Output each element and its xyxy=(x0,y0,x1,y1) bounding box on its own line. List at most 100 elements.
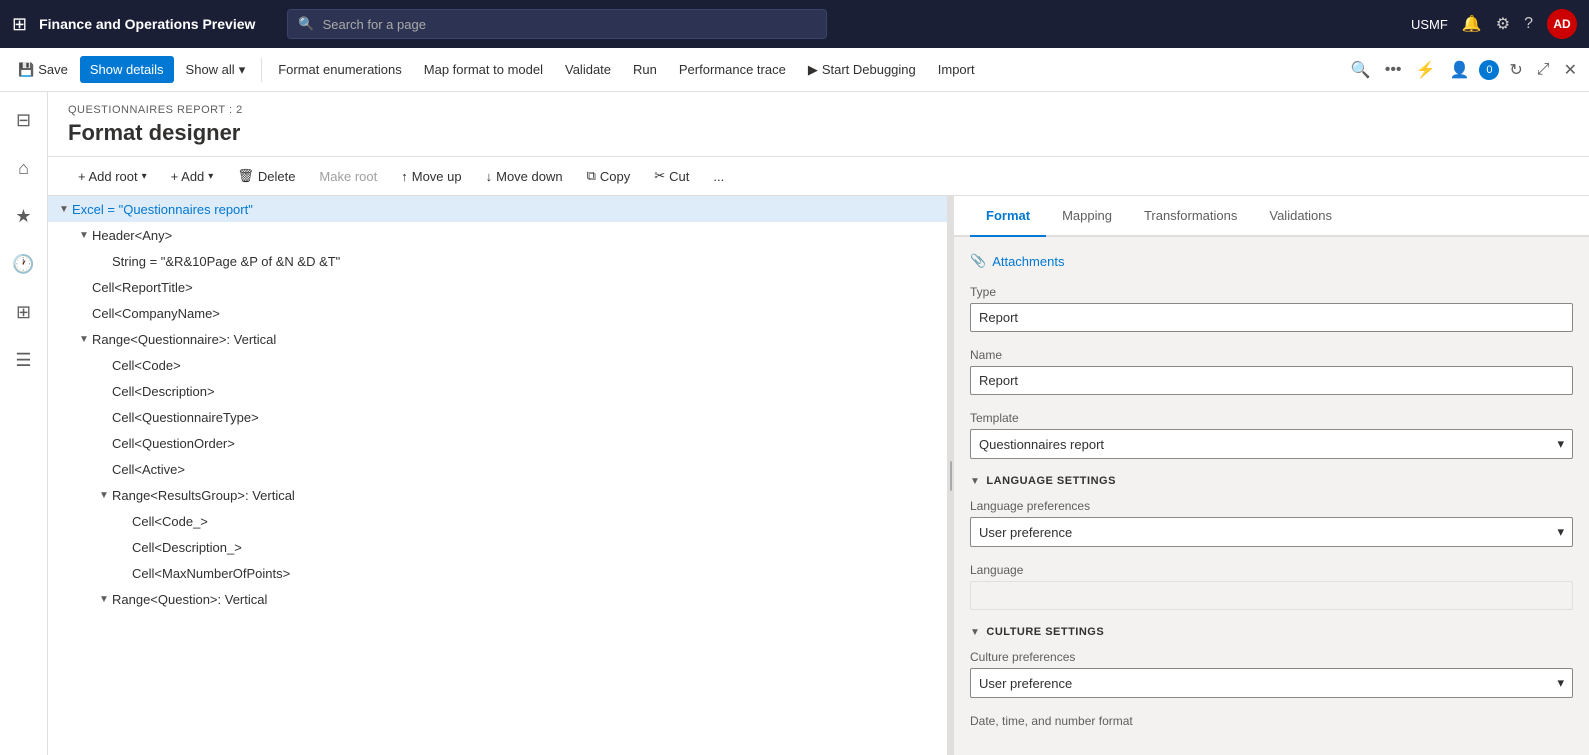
bookmark-icon[interactable]: ⚡ xyxy=(1412,56,1440,84)
tree-item[interactable]: Cell<Active> xyxy=(48,456,947,482)
expand-icon[interactable]: ▼ xyxy=(76,227,92,243)
culture-prefs-field-group: Culture preferences User preference ▾ xyxy=(970,650,1573,698)
expand-icon[interactable]: ▼ xyxy=(56,201,72,217)
run-button[interactable]: Run xyxy=(623,56,667,83)
app-grid-icon[interactable]: ⊞ xyxy=(12,14,27,35)
sidebar-item-grid[interactable]: ⊞ xyxy=(4,292,44,332)
expand-icon[interactable] xyxy=(116,539,132,555)
expand-icon[interactable]: ▼ xyxy=(96,591,112,607)
expand-icon[interactable] xyxy=(96,409,112,425)
move-up-icon: ↑ xyxy=(401,169,408,184)
avatar[interactable]: AD xyxy=(1547,9,1577,39)
template-select[interactable]: Questionnaires report ▾ xyxy=(970,429,1573,459)
cut-button[interactable]: ✂ Cut xyxy=(644,163,699,189)
resize-handle[interactable] xyxy=(948,196,954,755)
more-icon[interactable]: ••• xyxy=(1381,57,1406,83)
template-label: Template xyxy=(970,411,1573,425)
help-icon[interactable]: ? xyxy=(1524,15,1533,33)
close-icon[interactable]: ✕ xyxy=(1560,56,1581,84)
action-bar: + Add root ▾ + Add ▾ 🗑 Delete Make root … xyxy=(48,157,1589,196)
type-value: Report xyxy=(970,303,1573,332)
tab-format[interactable]: Format xyxy=(970,196,1046,237)
search-icon: 🔍 xyxy=(298,16,314,32)
sidebar-item-home[interactable]: ⌂ xyxy=(4,148,44,188)
lang-prefs-label: Language preferences xyxy=(970,499,1573,513)
expand-icon[interactable] xyxy=(116,513,132,529)
language-label: Language xyxy=(970,563,1573,577)
tree-item[interactable]: Cell<Description_> xyxy=(48,534,947,560)
show-details-button[interactable]: Show details xyxy=(80,56,174,83)
import-button[interactable]: Import xyxy=(928,56,985,83)
expand-icon[interactable] xyxy=(76,305,92,321)
tree-item[interactable]: Cell<Description> xyxy=(48,378,947,404)
tree-item[interactable]: Cell<Code_> xyxy=(48,508,947,534)
language-input[interactable] xyxy=(970,581,1573,610)
tree-item[interactable]: Cell<QuestionnaireType> xyxy=(48,404,947,430)
sidebar-item-recent[interactable]: 🕐 xyxy=(4,244,44,284)
tree-item[interactable]: Cell<CompanyName> xyxy=(48,300,947,326)
tree-item[interactable]: Cell<MaxNumberOfPoints> xyxy=(48,560,947,586)
map-format-button[interactable]: Map format to model xyxy=(414,56,553,83)
expand-icon[interactable] xyxy=(96,357,112,373)
tree-item[interactable]: ▼ Header<Any> xyxy=(48,222,947,248)
notification-icon[interactable]: 🔔 xyxy=(1462,14,1482,34)
tab-validations[interactable]: Validations xyxy=(1253,196,1348,237)
tab-transformations[interactable]: Transformations xyxy=(1128,196,1253,237)
tree-item[interactable]: ▼ Range<Questionnaire>: Vertical xyxy=(48,326,947,352)
tree-item[interactable]: Cell<Code> xyxy=(48,352,947,378)
culture-settings-section: ▼ CULTURE SETTINGS xyxy=(970,626,1573,638)
more-actions-button[interactable]: ... xyxy=(703,164,734,189)
expand-icon[interactable] xyxy=(96,253,112,269)
tree-item[interactable]: ▼ Range<Question>: Vertical xyxy=(48,586,947,612)
delete-button[interactable]: 🗑 Delete xyxy=(227,163,305,189)
format-enumerations-button[interactable]: Format enumerations xyxy=(268,56,412,83)
lang-prefs-select[interactable]: User preference ▾ xyxy=(970,517,1573,547)
name-input[interactable] xyxy=(970,366,1573,395)
start-debugging-button[interactable]: ▶ Start Debugging xyxy=(798,56,926,84)
validate-button[interactable]: Validate xyxy=(555,56,621,83)
tree-item[interactable]: String = "&R&10Page &P of &N &D &T" xyxy=(48,248,947,274)
expand-icon[interactable]: ▼ xyxy=(76,331,92,347)
add-button[interactable]: + Add ▾ xyxy=(161,164,224,189)
refresh-icon[interactable]: ↻ xyxy=(1505,56,1526,84)
search-box[interactable]: 🔍 Search for a page xyxy=(287,9,827,39)
language-field-group: Language xyxy=(970,563,1573,610)
settings-icon[interactable]: ⚙ xyxy=(1496,14,1510,34)
expand-icon[interactable] xyxy=(96,435,112,451)
copy-button[interactable]: ⧉ Copy xyxy=(577,163,641,189)
sidebar-item-filter[interactable]: ⊟ xyxy=(4,100,44,140)
personalize-icon[interactable]: 👤 xyxy=(1445,56,1473,84)
tree-item[interactable]: Cell<QuestionOrder> xyxy=(48,430,947,456)
badge-icon[interactable]: 0 xyxy=(1479,60,1499,80)
sidebar-item-list[interactable]: ☰ xyxy=(4,340,44,380)
expand-icon[interactable] xyxy=(96,461,112,477)
attachments-row[interactable]: 📎 Attachments xyxy=(970,253,1573,269)
datetime-field-group: Date, time, and number format xyxy=(970,714,1573,728)
language-settings-collapse-icon[interactable]: ▼ xyxy=(970,476,980,487)
culture-settings-collapse-icon[interactable]: ▼ xyxy=(970,627,980,638)
move-up-button[interactable]: ↑ Move up xyxy=(391,164,471,189)
tree-item[interactable]: Cell<ReportTitle> xyxy=(48,274,947,300)
expand-icon[interactable] xyxy=(116,565,132,581)
add-root-button[interactable]: + Add root ▾ xyxy=(68,164,157,189)
expand-icon[interactable] xyxy=(76,279,92,295)
show-all-button[interactable]: Show all ▾ xyxy=(176,56,256,84)
search-toolbar-icon[interactable]: 🔍 xyxy=(1347,56,1375,84)
content-area: QUESTIONNAIRES REPORT : 2 Format designe… xyxy=(48,92,1589,755)
save-icon: 💾 xyxy=(18,62,34,78)
save-button[interactable]: 💾 Save xyxy=(8,56,78,84)
perf-trace-button[interactable]: Performance trace xyxy=(669,56,796,83)
move-down-button[interactable]: ↓ Move down xyxy=(476,164,573,189)
tree-panel: ▼ Excel = "Questionnaires report" ▼ Head… xyxy=(48,196,948,755)
sidebar-item-star[interactable]: ★ xyxy=(4,196,44,236)
attachment-icon: 📎 xyxy=(970,253,986,269)
tree-item[interactable]: ▼ Range<ResultsGroup>: Vertical xyxy=(48,482,947,508)
show-all-chevron: ▾ xyxy=(239,62,246,78)
delete-icon: 🗑 xyxy=(237,168,254,184)
tree-item[interactable]: ▼ Excel = "Questionnaires report" xyxy=(48,196,947,222)
expand-icon[interactable]: ▼ xyxy=(96,487,112,503)
expand-icon[interactable] xyxy=(96,383,112,399)
culture-prefs-select[interactable]: User preference ▾ xyxy=(970,668,1573,698)
open-in-new-icon[interactable]: ⤢ xyxy=(1533,57,1554,83)
tab-mapping[interactable]: Mapping xyxy=(1046,196,1128,237)
